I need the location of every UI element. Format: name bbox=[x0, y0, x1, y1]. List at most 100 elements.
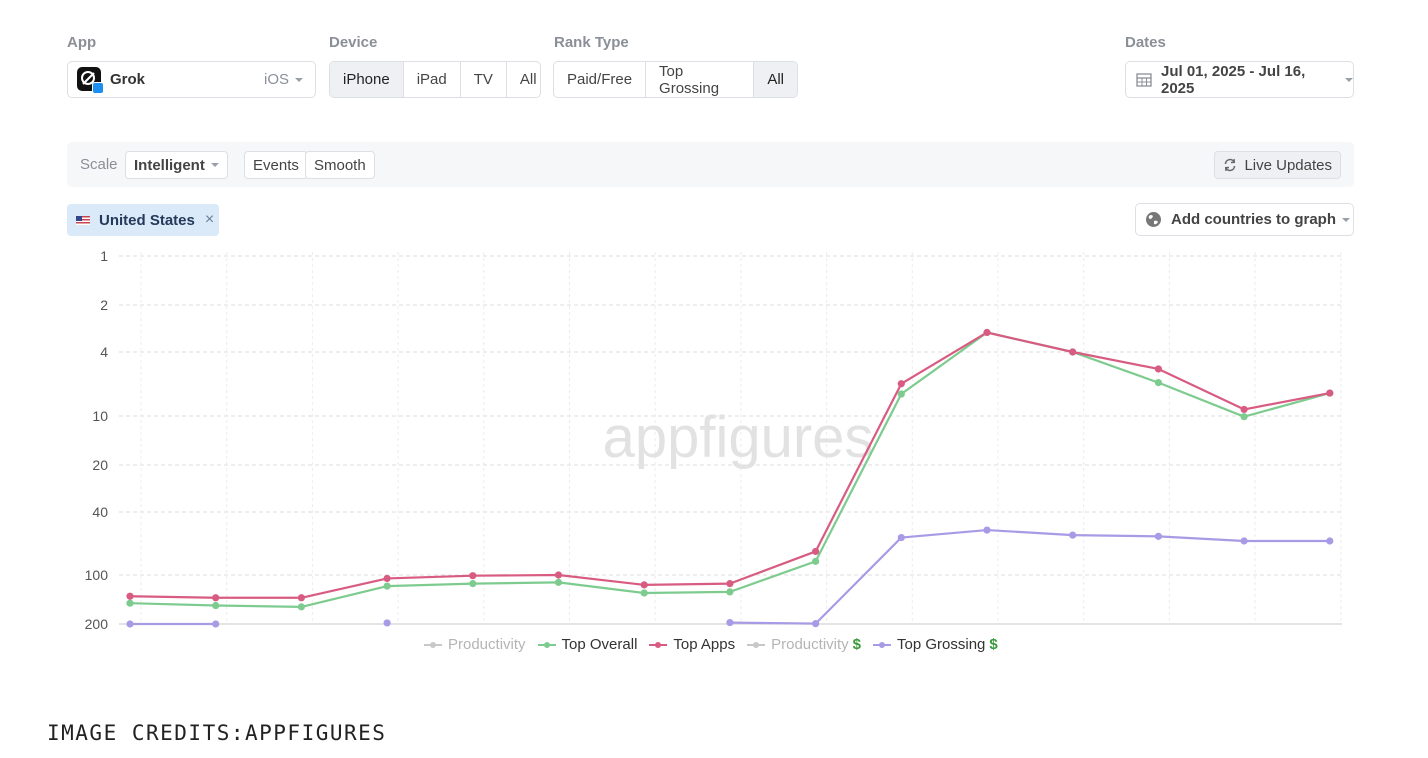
data-point[interactable] bbox=[554, 578, 563, 586]
globe-icon bbox=[1145, 211, 1162, 228]
close-icon[interactable]: × bbox=[205, 211, 214, 229]
data-point[interactable] bbox=[812, 620, 820, 628]
data-point[interactable] bbox=[554, 571, 563, 579]
device-option-tv[interactable]: TV bbox=[461, 62, 507, 97]
data-point[interactable] bbox=[640, 589, 648, 597]
scale-dropdown[interactable]: Intelligent bbox=[125, 151, 228, 179]
data-point[interactable] bbox=[983, 328, 991, 337]
app-label: App bbox=[67, 34, 97, 51]
series-top-grossing bbox=[126, 526, 1334, 628]
legend-item-productivity-dollar[interactable]: Productivity $ bbox=[747, 636, 861, 653]
calendar-icon bbox=[1136, 72, 1152, 88]
legend-label: Productivity bbox=[448, 636, 526, 653]
add-countries-dropdown[interactable]: Add countries to graph bbox=[1135, 203, 1354, 236]
data-point[interactable] bbox=[297, 594, 305, 602]
chart-grid bbox=[119, 252, 1342, 625]
device-option-ipad[interactable]: iPad bbox=[404, 62, 461, 97]
app-store-badge-icon bbox=[92, 82, 104, 94]
y-axis-ticks: 1 2 4 10 20 40 100 200 bbox=[85, 248, 109, 632]
data-point[interactable] bbox=[1069, 348, 1077, 356]
date-range-picker[interactable]: Jul 01, 2025 - Jul 16, 2025 bbox=[1125, 61, 1354, 98]
smooth-button[interactable]: Smooth bbox=[305, 151, 375, 179]
chart-legend: Productivity Top Overall Top Apps Productiv… bbox=[424, 636, 1010, 653]
legend-item-top-apps[interactable]: Top Apps bbox=[649, 636, 735, 653]
rank-type-option-paid-free[interactable]: Paid/Free bbox=[554, 62, 647, 97]
data-point[interactable] bbox=[897, 380, 905, 388]
data-point[interactable] bbox=[897, 533, 905, 542]
legend-marker-icon bbox=[424, 641, 442, 648]
legend-label: Top Overall bbox=[561, 636, 638, 653]
refresh-icon bbox=[1223, 158, 1237, 172]
date-range-value: Jul 01, 2025 - Jul 16, 2025 bbox=[1161, 62, 1306, 97]
legend-item-top-grossing-dollar[interactable]: Top Grossing $ bbox=[873, 636, 998, 653]
data-point[interactable] bbox=[726, 580, 734, 588]
data-point[interactable] bbox=[983, 328, 991, 337]
rank-type-label: Rank Type bbox=[554, 34, 629, 51]
data-point[interactable] bbox=[1154, 532, 1162, 540]
data-point[interactable] bbox=[726, 618, 734, 627]
data-point[interactable] bbox=[469, 572, 477, 580]
device-label: Device bbox=[329, 34, 378, 51]
legend-marker-icon bbox=[537, 641, 556, 648]
data-point[interactable] bbox=[1240, 413, 1248, 421]
series-line bbox=[729, 528, 1330, 625]
platform-dropdown[interactable]: iOS bbox=[264, 71, 303, 88]
data-point[interactable] bbox=[812, 547, 820, 556]
data-point[interactable] bbox=[1154, 379, 1162, 387]
data-point[interactable] bbox=[126, 599, 134, 607]
legend-marker-icon bbox=[649, 641, 668, 648]
series-line bbox=[129, 331, 1331, 608]
live-updates-button[interactable]: Live Updates bbox=[1214, 151, 1341, 179]
legend-marker-icon bbox=[747, 641, 766, 648]
country-chip-label: United States bbox=[99, 211, 195, 229]
dollar-icon: $ bbox=[852, 636, 861, 653]
add-countries-label: Add countries to graph bbox=[1171, 211, 1336, 228]
legend-label: Top Grossing bbox=[897, 636, 986, 653]
data-point[interactable] bbox=[1069, 348, 1077, 356]
device-segmented-control: iPhone iPad TV All bbox=[329, 61, 541, 98]
dates-label: Dates bbox=[1125, 34, 1166, 51]
events-button[interactable]: Events bbox=[244, 151, 308, 179]
app-selector[interactable]: Grok iOS bbox=[67, 61, 316, 98]
chevron-down-icon bbox=[1342, 217, 1350, 222]
data-point[interactable] bbox=[1326, 537, 1334, 545]
data-point[interactable] bbox=[812, 557, 820, 565]
data-point[interactable] bbox=[1326, 389, 1334, 397]
data-point[interactable] bbox=[469, 580, 477, 588]
data-point[interactable] bbox=[1240, 537, 1248, 545]
legend-label: Productivity bbox=[771, 636, 849, 653]
data-point[interactable] bbox=[983, 526, 991, 534]
legend-item-productivity[interactable]: Productivity bbox=[424, 636, 526, 653]
scale-label: Scale bbox=[80, 156, 118, 173]
data-point[interactable] bbox=[212, 594, 220, 602]
data-point[interactable] bbox=[383, 574, 391, 583]
device-option-all[interactable]: All bbox=[507, 62, 540, 97]
data-point[interactable] bbox=[640, 581, 648, 589]
data-point[interactable] bbox=[212, 620, 220, 628]
data-point[interactable] bbox=[1240, 405, 1248, 414]
data-point[interactable] bbox=[383, 619, 391, 627]
legend-item-top-overall[interactable]: Top Overall bbox=[537, 636, 638, 653]
data-point[interactable] bbox=[897, 390, 905, 398]
data-point[interactable] bbox=[383, 582, 391, 590]
data-point[interactable] bbox=[126, 620, 134, 628]
data-point[interactable] bbox=[1326, 389, 1334, 397]
data-point[interactable] bbox=[297, 603, 305, 611]
chevron-down-icon bbox=[295, 78, 303, 83]
y-tick-label: 20 bbox=[92, 457, 108, 473]
data-point[interactable] bbox=[1069, 531, 1077, 539]
data-point[interactable] bbox=[726, 588, 734, 596]
legend-marker-icon bbox=[873, 641, 891, 648]
series-top-overall bbox=[126, 328, 1334, 611]
rank-type-option-top-grossing[interactable]: Top Grossing bbox=[646, 62, 755, 97]
chart-series bbox=[126, 328, 1334, 628]
y-tick-label: 1 bbox=[100, 248, 108, 264]
chart-toolbar: Scale Intelligent Events Smooth Live Upd… bbox=[67, 142, 1354, 187]
data-point[interactable] bbox=[126, 592, 134, 600]
data-point[interactable] bbox=[1154, 365, 1162, 373]
app-name: Grok bbox=[110, 71, 146, 88]
data-point[interactable] bbox=[212, 601, 220, 610]
rank-type-segmented-control: Paid/Free Top Grossing All bbox=[553, 61, 798, 98]
rank-type-option-all[interactable]: All bbox=[754, 62, 797, 97]
device-option-iphone[interactable]: iPhone bbox=[330, 62, 404, 97]
